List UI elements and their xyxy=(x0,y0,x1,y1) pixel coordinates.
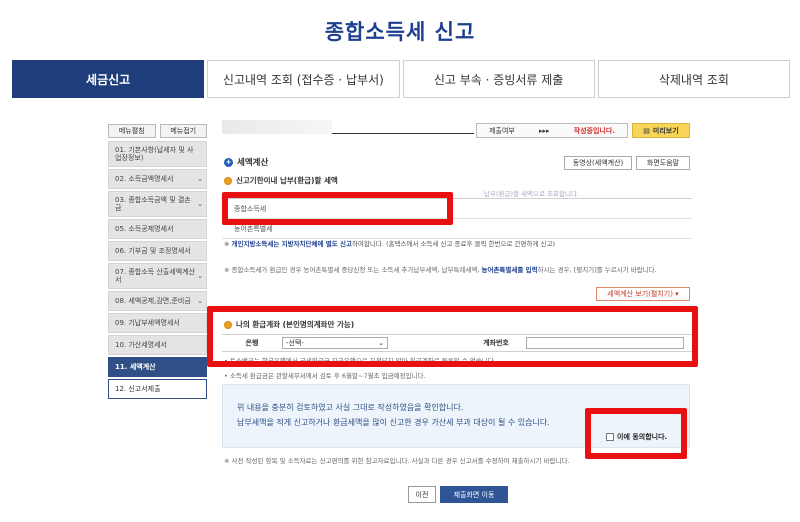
chevron-down-icon: ⌄ xyxy=(197,272,203,280)
prefilled-data-note: ※ 사전 작성된 항목 및 소득자료는 신고편의를 위한 참고자료입니다. 사실… xyxy=(224,457,570,465)
confirm-statement: 위 내용을 충분히 검토하였고 사실 그대로 작성하였음을 확인합니다. xyxy=(237,403,464,412)
sidebar-item-calculated-tax[interactable]: 07. 종합소득 산출세액계산서 ⌄ xyxy=(108,263,207,289)
sidebar-item-income-statement[interactable]: 02. 소득금액명세서 ⌄ xyxy=(108,169,207,189)
video-help-button[interactable]: 동영상(세액계산) xyxy=(564,156,632,170)
page-title: 종합소득세 신고 xyxy=(324,20,476,44)
note-mark-icon: ※ xyxy=(224,240,232,248)
sidebar-item-submit-return[interactable]: 12. 신고서제출 xyxy=(108,379,207,399)
document-icon: ▤ xyxy=(643,126,650,135)
refund-schedule-note: • 소득세 환급금은 관할세무서에서 검토 후 6월말~7월초 입금예정입니다. xyxy=(224,372,426,380)
highlight-box-refund-account xyxy=(207,306,698,367)
highlight-box-agree xyxy=(585,408,687,459)
collapse-all-button[interactable]: 메뉴접기 xyxy=(159,124,207,138)
chevron-down-icon: ⌄ xyxy=(197,297,203,305)
view-tax-calculation-button[interactable]: 세액계산 보기(펼치기) ▾ xyxy=(596,287,690,301)
tab-attachments[interactable]: 신고 부속 · 증빙서류 제출 xyxy=(402,60,595,98)
sidebar-item-tax-credits[interactable]: 08. 세액공제,감면,준비금 ⌄ xyxy=(108,291,207,311)
sidebar-item-basic-info[interactable]: 01. 기본사항(납세자 및 사업장정보) xyxy=(108,141,207,167)
screen-help-button[interactable]: 화면도움말 xyxy=(636,156,690,170)
local-tax-note: ※ 개인지방소득세는 지방자치단체에 별도 신고하여합니다. (홈택스에서 소득… xyxy=(224,240,556,248)
bullet-icon xyxy=(224,176,232,185)
go-to-submit-button[interactable]: 제출화면 이동 xyxy=(440,486,508,503)
chevron-down-icon: ⌄ xyxy=(197,175,203,183)
plus-circle-icon: + xyxy=(224,157,233,167)
sidebar-item-donations[interactable]: 06. 기부금 및 조정명세서 xyxy=(108,241,207,261)
section-title: + 세액계산 xyxy=(224,157,269,168)
penalty-warning: 납부세액을 적게 신고하거나 환급세액을 많이 신고한 경우 가산세 부과 대상… xyxy=(237,418,550,427)
sidebar-item-deductions[interactable]: 05. 소득공제명세서 xyxy=(108,219,207,239)
tab-deleted-history[interactable]: 삭제내역 조회 xyxy=(597,60,790,98)
sidebar-item-total-income[interactable]: 03. 종합소득금액 및 결손금 ⌄ xyxy=(108,191,207,217)
payable-tax-title: 신고기한이내 납부(환급)할 세액 xyxy=(224,175,338,186)
sidebar: 메뉴펼침 메뉴접기 01. 기본사항(납세자 및 사업장정보) 02. 소득금액… xyxy=(108,124,207,401)
top-tabs: 세금신고 신고내역 조회 (접수증 · 납부서) 신고 부속 · 증빙서류 제출… xyxy=(12,60,790,98)
note-mark-icon: ※ xyxy=(224,266,232,274)
refund-expand-note: ※ 종합소득세가 환급인 경우 농어촌특별세 중당신청 또는 소득세 추가납부세… xyxy=(224,266,657,274)
tab-tax-return[interactable]: 세금신고 xyxy=(12,60,205,98)
blurred-taxpayer-info xyxy=(222,120,332,134)
note-mark-icon: ※ xyxy=(224,457,232,465)
tab-return-history[interactable]: 신고내역 조회 (접수증 · 납부서) xyxy=(207,60,400,98)
sidebar-item-penalty-tax[interactable]: 10. 가산세명세서 xyxy=(108,335,207,355)
chevron-down-icon: ⌄ xyxy=(197,200,203,208)
highlight-box-income-tax xyxy=(222,192,453,225)
prev-button[interactable]: 이전 xyxy=(408,486,436,503)
preview-button[interactable]: ▤ 미리보기 xyxy=(632,123,690,138)
faded-note: 납부(환급)할 세액으로 조회합니다. xyxy=(484,190,579,198)
sidebar-item-tax-calculation[interactable]: 11. 세액계산 xyxy=(108,357,207,377)
divider xyxy=(332,133,474,134)
submission-status: 제출여부 ▸▸▸ 작성중입니다. xyxy=(476,123,628,138)
sidebar-item-prepaid-tax[interactable]: 09. 기납부세액명세서 xyxy=(108,313,207,333)
expand-all-button[interactable]: 메뉴펼침 xyxy=(108,124,156,138)
status-badge: 작성중입니다. xyxy=(573,126,615,135)
